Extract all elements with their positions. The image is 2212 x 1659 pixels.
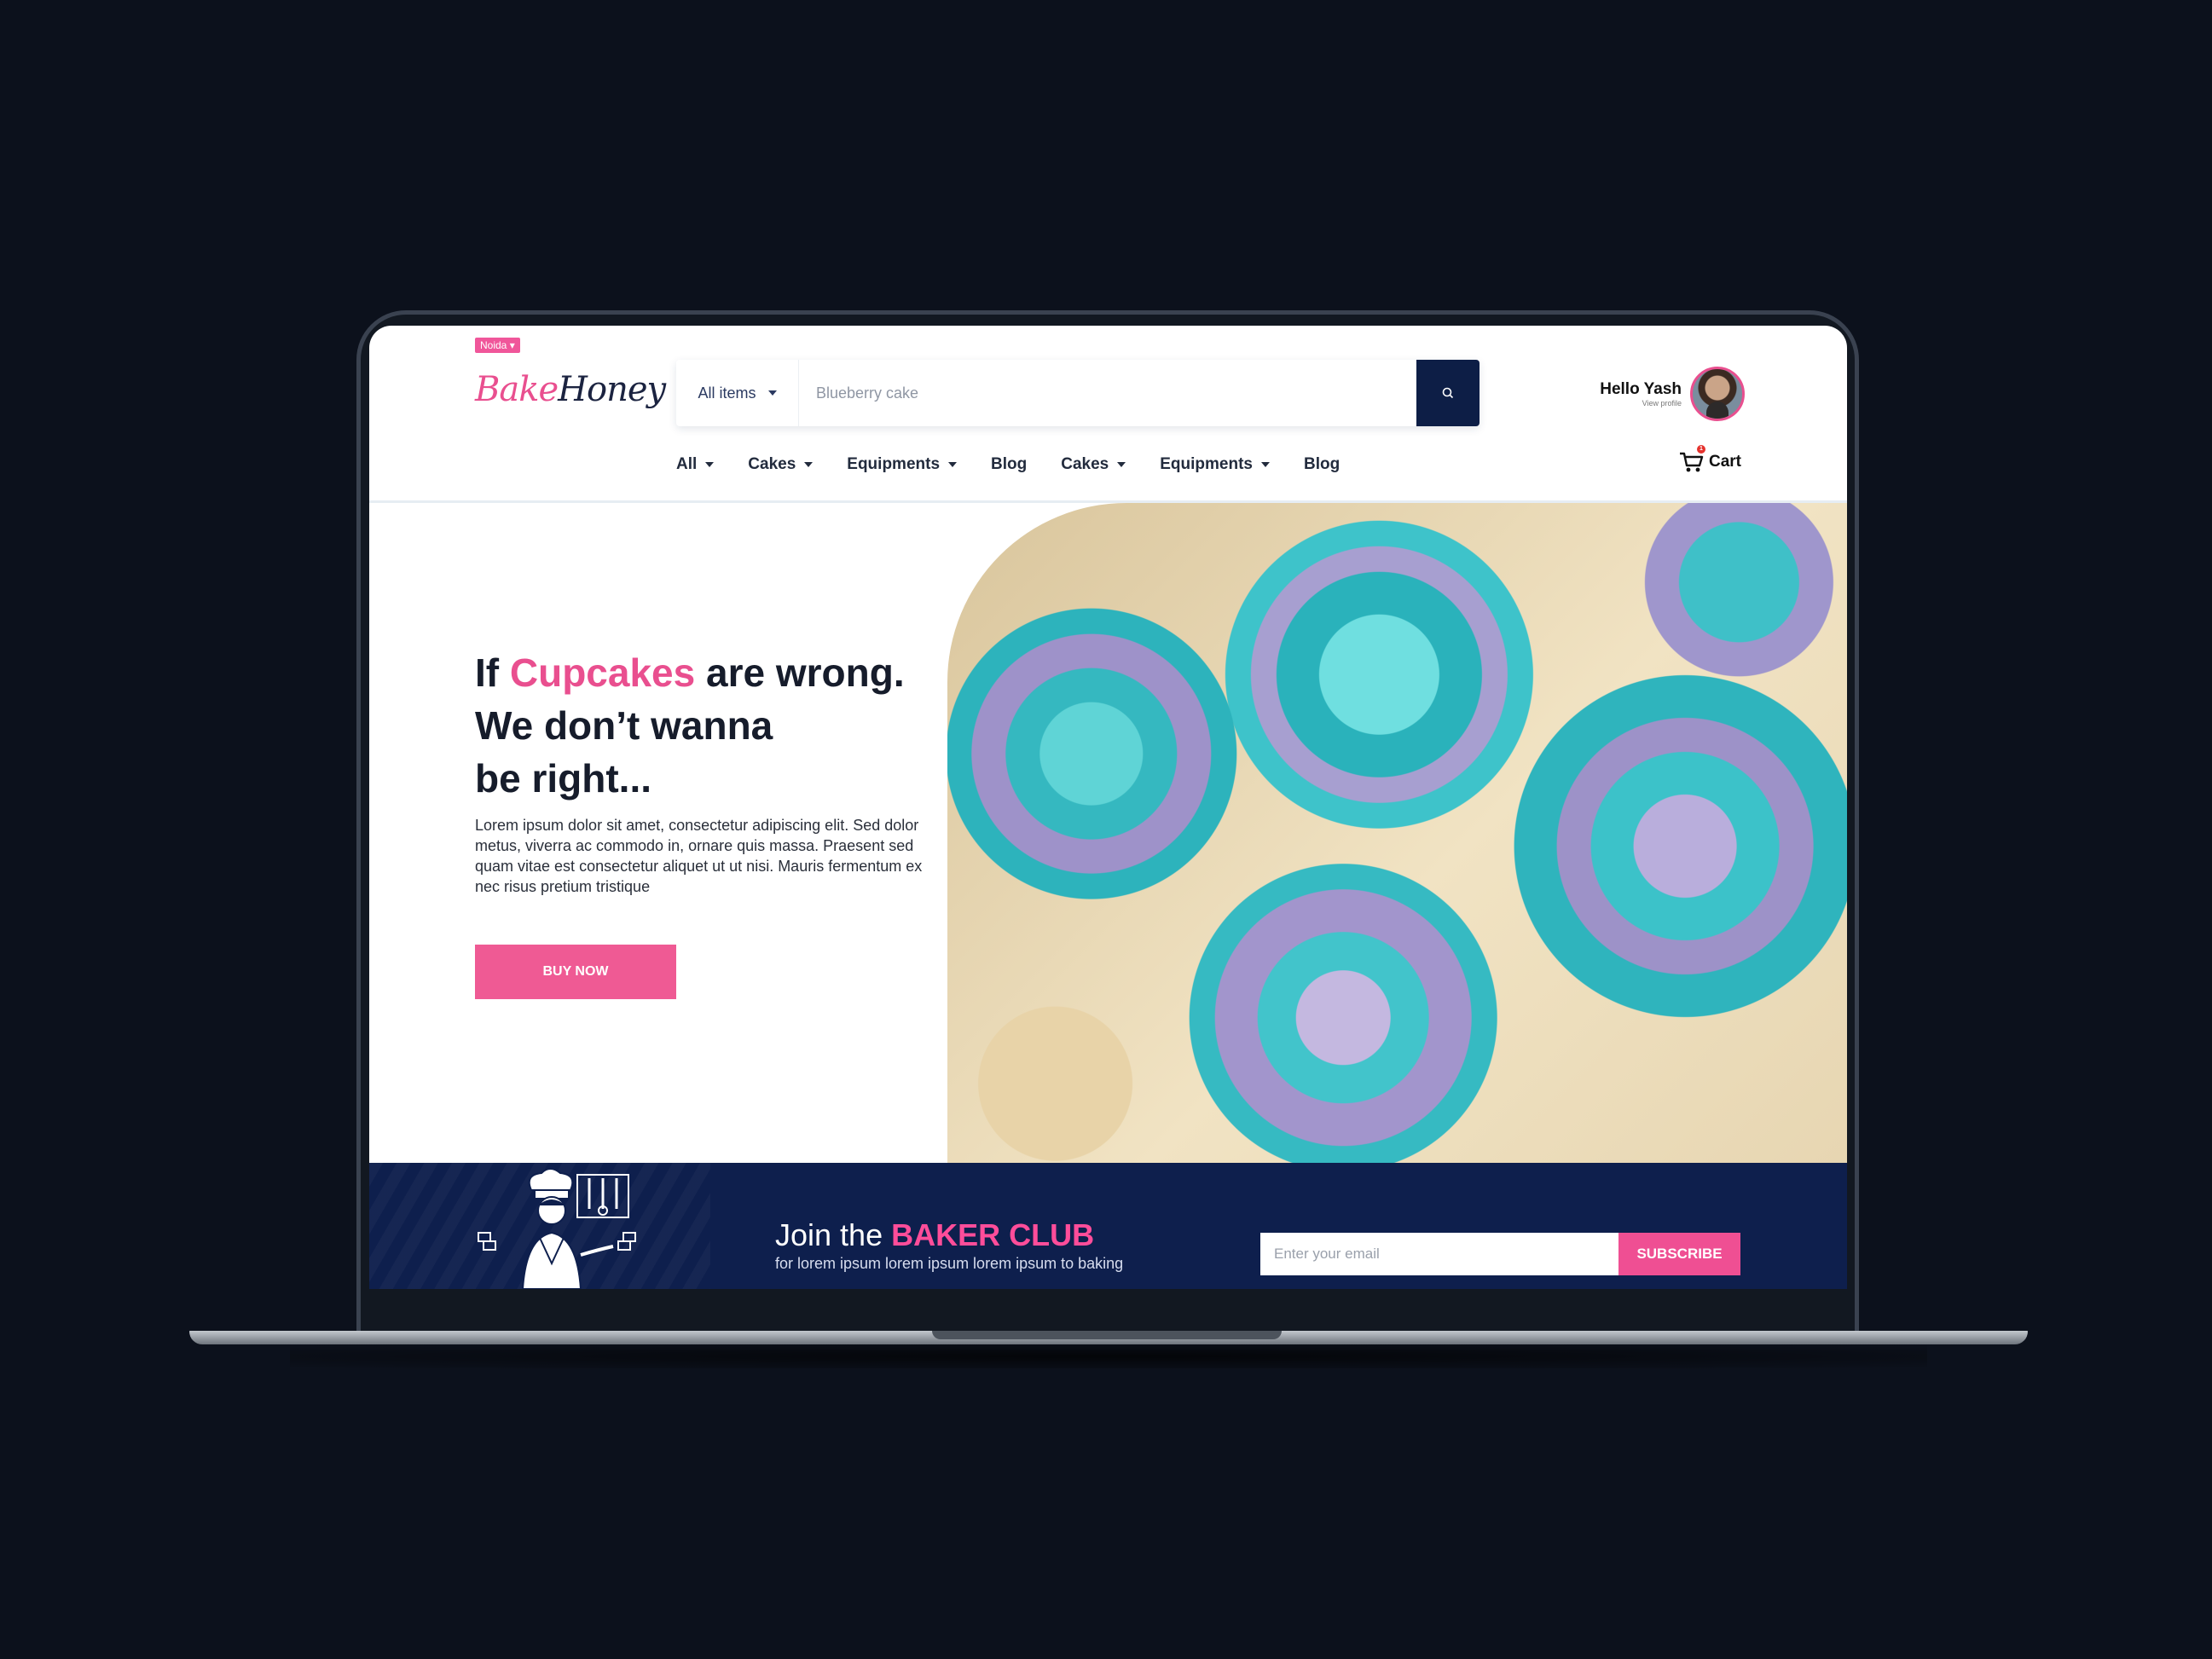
nav-label: Equipments: [847, 455, 941, 473]
cart-count-badge: 1: [1696, 445, 1705, 454]
nav-label: All: [676, 455, 698, 473]
email-field[interactable]: [1260, 1233, 1618, 1275]
chevron-down-icon: [804, 462, 814, 467]
newsletter-title-accent: BAKER CLUB: [891, 1217, 1095, 1252]
heading-pre: If: [475, 650, 510, 695]
hero-heading: If Cupcakes are wrong. We don’t wanna be…: [475, 646, 953, 805]
search-category-label: All items: [698, 384, 756, 402]
location-badge[interactable]: Noida ▾: [475, 338, 520, 353]
nav-item-equipments[interactable]: Equipments: [847, 455, 958, 474]
hero-description: Lorem ipsum dolor sit amet, consectetur …: [475, 817, 923, 895]
chef-illustration-icon: [478, 1170, 636, 1289]
chevron-down-icon: [1117, 462, 1126, 467]
chevron-down-icon: [948, 462, 958, 467]
heading-line-3: be right...: [475, 756, 651, 801]
browser-screen: Noida ▾ BakeHoney All items Hello Yash V…: [369, 326, 1847, 1289]
user-profile[interactable]: Hello Yash View profile: [1600, 367, 1745, 421]
avatar[interactable]: [1690, 367, 1745, 421]
user-greeting: Hello Yash: [1600, 380, 1682, 398]
chevron-down-icon: [767, 390, 777, 396]
laptop-notch: [932, 1331, 1282, 1339]
laptop-shadow: [290, 1344, 1927, 1368]
cart-icon: [1679, 452, 1704, 472]
logo-part2: Honey: [558, 370, 666, 409]
logo-part1: Bake: [475, 370, 559, 409]
search-icon: [1442, 387, 1454, 399]
search-input[interactable]: [816, 360, 1396, 426]
nav-item-blog-2[interactable]: Blog: [1304, 455, 1340, 474]
heading-line-2: We don’t wanna: [475, 703, 773, 748]
subscribe-button[interactable]: SUBSCRIBE: [1618, 1233, 1740, 1275]
main-nav: All Cakes Equipments Blog Cakes Equipmen…: [676, 452, 1374, 477]
heading-post: are wrong.: [695, 650, 905, 695]
nav-label: Blog: [1303, 455, 1341, 473]
cupcakes-hero-image: [947, 503, 1847, 1163]
nav-item-cakes[interactable]: Cakes: [748, 455, 814, 474]
cart-button[interactable]: 1 Cart: [1678, 445, 1741, 474]
nav-item-blog[interactable]: Blog: [991, 455, 1027, 474]
nav-label: Cakes: [748, 455, 796, 473]
nav-item-equipments-2[interactable]: Equipments: [1160, 455, 1270, 474]
search-category-dropdown[interactable]: All items: [676, 360, 799, 426]
nav-item-cakes-2[interactable]: Cakes: [1061, 455, 1126, 474]
chevron-down-icon: [705, 462, 715, 467]
nav-item-all[interactable]: All: [676, 455, 715, 474]
newsletter-banner: Join the BAKER CLUB for lorem ipsum lore…: [369, 1163, 1847, 1289]
buy-now-button[interactable]: BUY NOW: [475, 945, 676, 999]
nav-label: Cakes: [1061, 455, 1109, 473]
nav-label: Blog: [991, 455, 1028, 473]
newsletter-subtitle: for lorem ipsum lorem ipsum lorem ipsum …: [775, 1255, 1124, 1272]
search-bar: All items: [676, 360, 1479, 426]
newsletter-title-pre: Join the: [775, 1217, 892, 1252]
location-label: Noida: [480, 339, 507, 351]
view-profile-link[interactable]: View profile: [1600, 399, 1682, 408]
newsletter-title: Join the BAKER CLUB: [775, 1217, 1094, 1253]
cart-label: Cart: [1708, 453, 1741, 471]
nav-label: Equipments: [1160, 455, 1253, 473]
search-button[interactable]: [1416, 360, 1479, 426]
brand-logo[interactable]: BakeHoney: [475, 370, 666, 409]
heading-accent: Cupcakes: [509, 650, 696, 695]
chevron-down-icon: [1260, 462, 1270, 467]
cart-icon-wrap: 1: [1678, 445, 1705, 474]
